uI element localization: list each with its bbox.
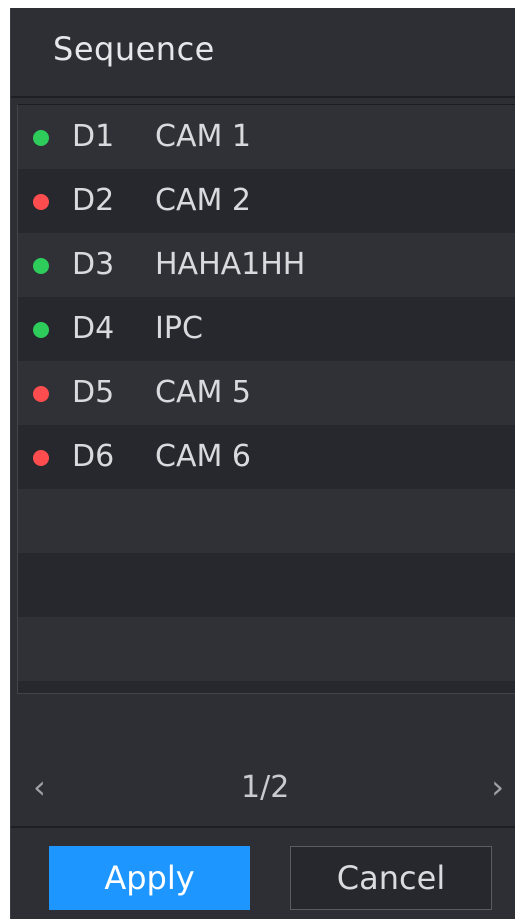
panel-header: Sequence [11, 8, 515, 96]
list-item-empty [18, 489, 515, 553]
channel-name: CAM 5 [155, 375, 251, 410]
footer-divider [11, 826, 515, 828]
channel-id: D6 [72, 439, 115, 474]
chevron-left-icon[interactable]: ‹ [33, 768, 46, 806]
cancel-button[interactable]: Cancel [290, 846, 492, 910]
status-dot-icon [33, 194, 49, 210]
list-item-d6[interactable]: D6 CAM 6 [18, 425, 515, 489]
page-indicator: 1/2 [241, 770, 290, 805]
status-dot-icon [33, 386, 49, 402]
header-divider [11, 96, 515, 98]
channel-id: D4 [72, 311, 115, 346]
channel-name: IPC [155, 311, 203, 346]
list-item-d5[interactable]: D5 CAM 5 [18, 361, 515, 425]
channel-name: CAM 1 [155, 119, 251, 154]
pagination: ‹ 1/2 › [11, 768, 515, 818]
page-frame: Sequence D1 CAM 1 D2 CAM 2 D3 HAHA1HH D4 [0, 0, 515, 919]
status-dot-icon [33, 450, 49, 466]
channel-name: CAM 2 [155, 183, 251, 218]
status-dot-icon [33, 130, 49, 146]
list-item-d4[interactable]: D4 IPC [18, 297, 515, 361]
sequence-panel: Sequence D1 CAM 1 D2 CAM 2 D3 HAHA1HH D4 [10, 8, 515, 919]
chevron-right-icon[interactable]: › [491, 768, 504, 806]
status-dot-icon [33, 322, 49, 338]
channel-id: D5 [72, 375, 115, 410]
status-dot-icon [33, 258, 49, 274]
list-item-empty [18, 617, 515, 681]
list-item-d3[interactable]: D3 HAHA1HH [18, 233, 515, 297]
channel-id: D3 [72, 247, 115, 282]
panel-title: Sequence [53, 30, 215, 68]
channel-name: CAM 6 [155, 439, 251, 474]
list-item-d2[interactable]: D2 CAM 2 [18, 169, 515, 233]
channel-list: D1 CAM 1 D2 CAM 2 D3 HAHA1HH D4 IPC D5 C… [17, 104, 515, 694]
list-item-empty [18, 553, 515, 617]
list-item-d1[interactable]: D1 CAM 1 [18, 105, 515, 169]
channel-id: D2 [72, 183, 115, 218]
channel-name: HAHA1HH [155, 247, 306, 282]
apply-button[interactable]: Apply [49, 846, 250, 910]
channel-id: D1 [72, 119, 115, 154]
